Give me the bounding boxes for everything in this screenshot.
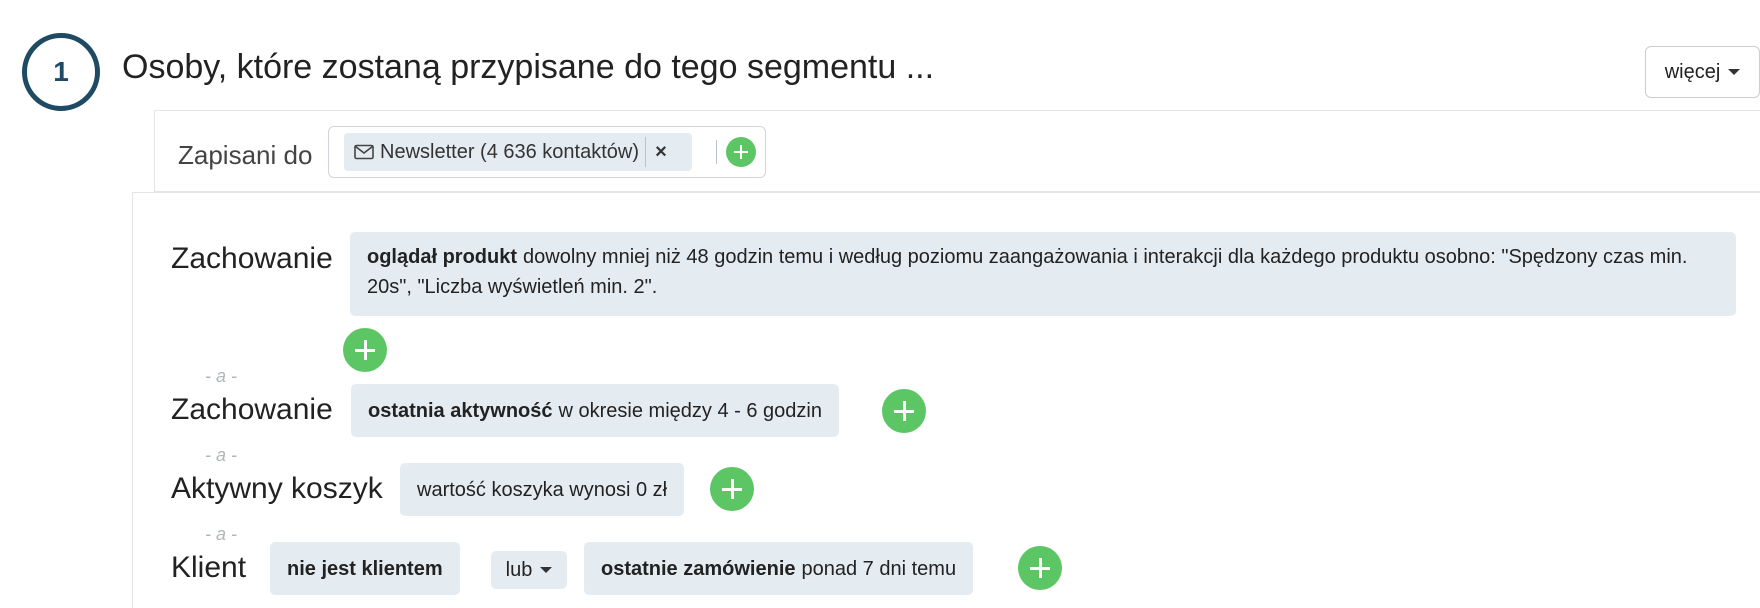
and-separator: - a - — [205, 524, 238, 544]
condition-text: dowolny mniej niż 48 godzin temu i wedłu… — [367, 246, 1688, 298]
step-number-badge: 1 — [22, 33, 100, 111]
more-label: więcej — [1664, 60, 1721, 83]
add-condition-button[interactable] — [882, 389, 926, 433]
condition-title: oglądał produkt — [367, 246, 517, 268]
condition-last-order[interactable]: ostatnie zamówienie ponad 7 dni temu — [584, 542, 974, 595]
tag-separator — [716, 140, 717, 164]
row-label-behavior: Zachowanie — [171, 393, 333, 426]
or-operator-dropdown[interactable]: lub — [491, 551, 567, 589]
condition-cart-value[interactable]: wartość koszyka wynosi 0 zł — [400, 463, 685, 516]
newsletter-tag-label: Newsletter (4 636 kontaktów) — [380, 140, 640, 163]
condition-text: ponad 7 dni temu — [801, 557, 957, 580]
step-number: 1 — [53, 56, 69, 87]
and-separator: - a - — [205, 445, 238, 465]
caret-down-icon — [1728, 69, 1741, 75]
condition-viewed-product[interactable]: oglądał produkt dowolny mniej niż 48 godz… — [350, 232, 1736, 316]
or-label: lub — [505, 558, 533, 581]
and-separator: - a - — [205, 366, 238, 386]
page-title: Osoby, które zostaną przypisane do tego … — [122, 48, 935, 86]
more-dropdown-button[interactable]: więcej — [1645, 46, 1760, 98]
newsletter-tag: Newsletter (4 636 kontaktów) × — [344, 133, 692, 171]
add-condition-button[interactable] — [1018, 546, 1062, 590]
add-condition-button[interactable] — [343, 328, 387, 372]
caret-down-icon — [540, 567, 553, 573]
condition-title: ostatnia aktywność — [368, 399, 553, 422]
subscribed-label: Zapisani do — [178, 140, 313, 170]
condition-text: w okresie między 4 - 6 godzin — [558, 399, 822, 422]
row-label-active-cart: Aktywny koszyk — [171, 472, 383, 505]
add-condition-button[interactable] — [710, 467, 754, 511]
remove-tag-icon[interactable]: × — [646, 141, 676, 164]
envelope-icon — [354, 144, 374, 160]
condition-title: ostatnie zamówienie — [601, 557, 796, 580]
condition-last-activity[interactable]: ostatnia aktywność w okresie między 4 - 6… — [351, 384, 839, 437]
add-list-button[interactable] — [726, 137, 756, 167]
condition-not-customer[interactable]: nie jest klientem — [270, 542, 460, 595]
row-label-client: Klient — [171, 551, 247, 584]
condition-text: wartość koszyka wynosi 0 zł — [417, 478, 668, 501]
row-label-behavior: Zachowanie — [171, 242, 333, 275]
condition-title: nie jest klientem — [287, 557, 443, 580]
